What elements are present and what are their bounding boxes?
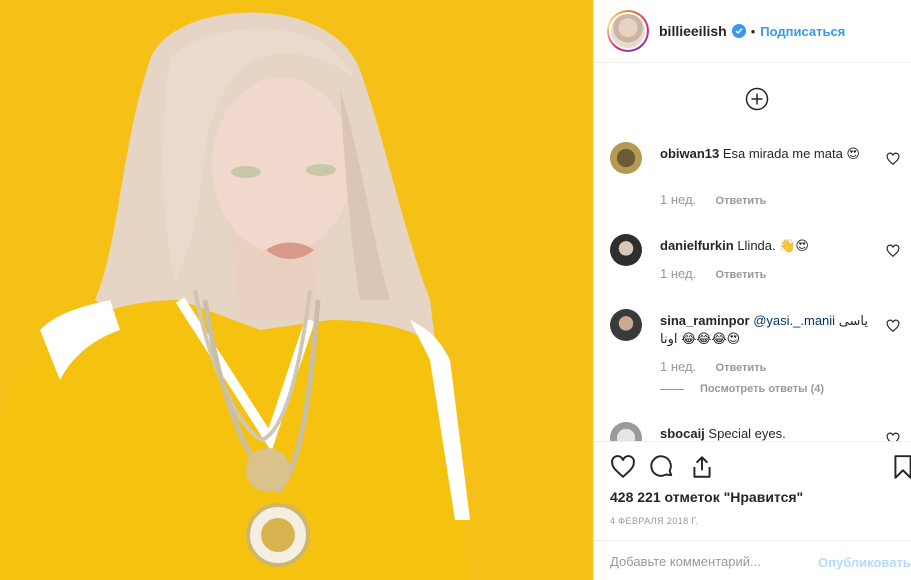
post-date[interactable]: 4 ФЕВРАЛЯ 2018 Г. — [610, 516, 698, 526]
comment-username[interactable]: danielfurkin — [660, 238, 734, 253]
comment-meta: 1 нед. Ответить — [660, 266, 766, 281]
comment-age[interactable]: 1 нед. — [660, 266, 696, 281]
commenter-avatar[interactable] — [610, 309, 642, 341]
load-more-comments-icon[interactable] — [745, 87, 769, 111]
author-avatar[interactable] — [607, 10, 649, 52]
verified-badge-icon — [731, 24, 746, 38]
publish-button[interactable]: Опубликовать — [818, 555, 911, 570]
comment-text: obiwan13 Esa mirada me mata 😍 — [660, 145, 878, 163]
post-image — [0, 0, 593, 580]
post-actions: 428 221 отметок "Нравится" 4 ФЕВРАЛЯ 201… — [594, 441, 911, 580]
comment-username[interactable]: obiwan13 — [660, 146, 719, 161]
avatar-image — [611, 14, 645, 48]
comment-body: Llinda. 👋😍 — [737, 238, 809, 253]
comment-mention[interactable]: @yasi._.manii — [753, 313, 835, 328]
commenter-avatar[interactable] — [610, 422, 642, 441]
post-sidebar: billieeilish • Подписаться obiwan13 Esa … — [593, 0, 911, 580]
comment-meta: 1 нед. Ответить — [660, 192, 766, 207]
comment-meta: 1 нед. Ответить — [660, 359, 766, 374]
heart-icon[interactable] — [610, 454, 636, 480]
reply-button[interactable]: Ответить — [716, 362, 767, 374]
author-username[interactable]: billieeilish — [659, 23, 727, 39]
comment-age[interactable]: 1 нед. — [660, 359, 696, 374]
likes-count[interactable]: 428 221 отметок "Нравится" — [610, 489, 803, 505]
post-photo[interactable] — [0, 0, 593, 580]
commenter-avatar[interactable] — [610, 234, 642, 266]
comment-text: danielfurkin Llinda. 👋😍 — [660, 237, 878, 255]
comment-input[interactable] — [610, 554, 800, 569]
add-comment-bar: Опубликовать — [594, 540, 911, 580]
reply-button[interactable]: Ответить — [716, 269, 767, 281]
bookmark-icon[interactable] — [890, 454, 911, 480]
comment-username[interactable]: sina_raminpor — [660, 313, 750, 328]
comment-like-icon[interactable] — [886, 432, 900, 441]
comment-text: sina_raminpor @yasi._.manii یاسی اونا 😂😂… — [660, 312, 878, 348]
header-separator: • — [750, 23, 756, 39]
comment-like-icon[interactable] — [886, 152, 900, 166]
follow-button[interactable]: Подписаться — [760, 24, 845, 39]
comment-like-icon[interactable] — [886, 244, 900, 258]
comments-list[interactable]: obiwan13 Esa mirada me mata 😍 1 нед. Отв… — [594, 64, 911, 441]
view-replies-label: Посмотреть ответы (4) — [700, 383, 825, 395]
comment-username[interactable]: sbocaij — [660, 426, 705, 441]
comment-body: Special eyes. — [708, 426, 786, 441]
comment-age[interactable]: 1 нед. — [660, 192, 696, 207]
comment-text: sbocaij Special eyes. — [660, 425, 878, 441]
view-replies-button[interactable]: Посмотреть ответы (4) — [660, 383, 824, 395]
comment-body: Esa mirada me mata 😍 — [722, 146, 860, 161]
replies-divider — [660, 388, 684, 390]
reply-button[interactable]: Ответить — [716, 195, 767, 207]
share-icon[interactable] — [689, 454, 715, 480]
commenter-avatar[interactable] — [610, 142, 642, 174]
comment-like-icon[interactable] — [886, 319, 900, 333]
comment-icon[interactable] — [649, 454, 675, 480]
post-header: billieeilish • Подписаться — [594, 0, 911, 63]
